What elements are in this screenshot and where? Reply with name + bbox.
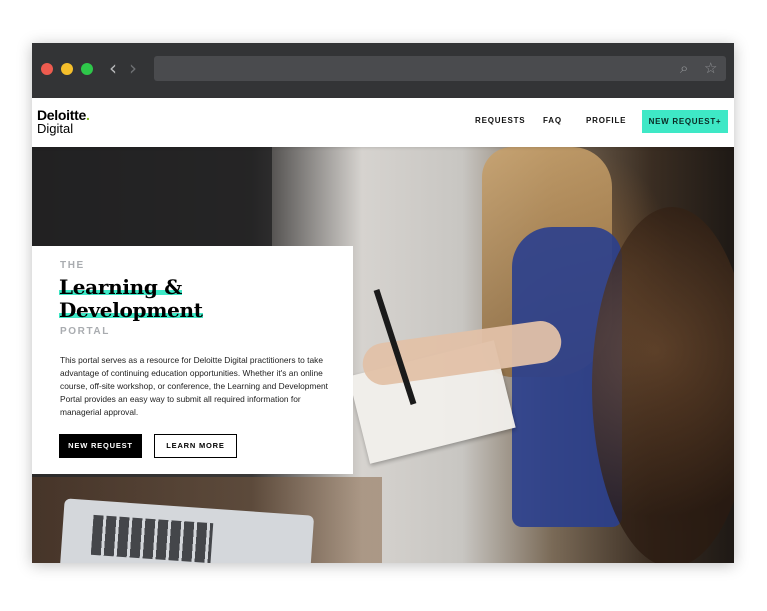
bookmark-star-icon[interactable]: ☆ [704, 58, 717, 78]
hero-card: THE Learning & Development PORTAL This p… [32, 246, 353, 474]
close-window-button[interactable] [41, 63, 53, 75]
maximize-window-button[interactable] [81, 63, 93, 75]
hero-section: THE Learning & Development PORTAL This p… [32, 147, 734, 563]
hero-pre-title: THE [60, 260, 85, 271]
address-bar[interactable] [154, 56, 726, 81]
minimize-window-button[interactable] [61, 63, 73, 75]
nav-link-profile[interactable]: PROFILE [586, 115, 626, 127]
nav-link-requests[interactable]: REQUESTS [475, 115, 525, 127]
forward-arrow-icon[interactable]: › [129, 57, 137, 79]
title-line-1: Learning & [59, 275, 182, 299]
hero-post-title: PORTAL [60, 326, 110, 337]
back-arrow-icon[interactable]: ‹ [109, 57, 117, 79]
learn-more-button[interactable]: LEARN MORE [154, 434, 237, 458]
browser-toolbar: ‹ › ⌕ ☆ [32, 43, 734, 98]
new-request-nav-button[interactable]: NEW REQUEST+ [642, 110, 728, 133]
logo-green-dot: . [85, 107, 90, 123]
site-header: Deloitte. Digital REQUESTS FAQ PROFILE N… [32, 98, 734, 147]
logo-subtitle: Digital [37, 121, 74, 136]
logo-wordmark: Deloitte. [37, 107, 90, 123]
search-icon[interactable]: ⌕ [680, 58, 688, 78]
title-line-2: Development [59, 298, 203, 322]
hero-photo-person-left [32, 147, 272, 257]
hero-description: This portal serves as a resource for Del… [60, 355, 328, 417]
page-title: Learning & Development [59, 275, 203, 322]
deloitte-digital-logo[interactable]: Deloitte. Digital [37, 108, 90, 136]
nav-link-faq[interactable]: FAQ [543, 115, 562, 127]
browser-window: ‹ › ⌕ ☆ Deloitte. Digital REQUESTS FAQ P… [32, 43, 734, 563]
new-request-button[interactable]: NEW REQUEST [59, 434, 142, 458]
hero-photo-keyboard [90, 514, 214, 563]
